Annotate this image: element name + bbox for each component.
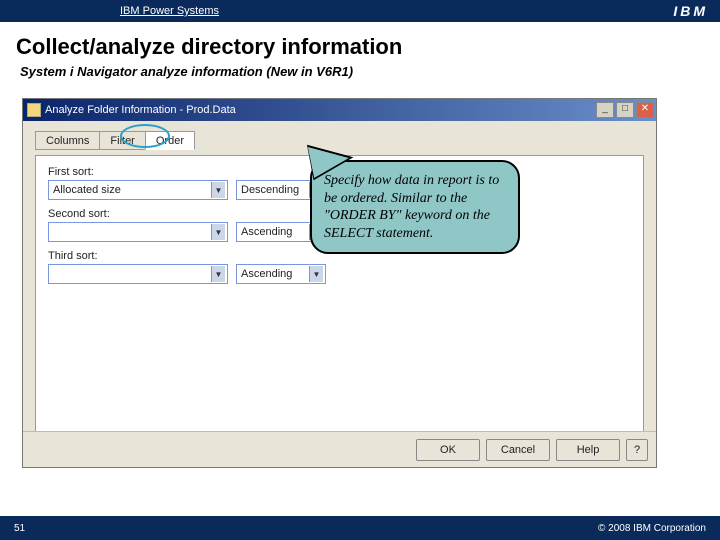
third-sort-row: Third sort: ▼ Ascending ▼ (48, 250, 631, 284)
maximize-button[interactable]: □ (616, 102, 634, 118)
header-title: IBM Power Systems (120, 5, 219, 17)
page-number: 51 (14, 523, 25, 534)
close-button[interactable]: ✕ (636, 102, 654, 118)
third-sort-direction-value: Ascending (241, 268, 292, 280)
tab-columns[interactable]: Columns (35, 131, 100, 150)
ok-button[interactable]: OK (416, 439, 480, 461)
slide-footer: 51 © 2008 IBM Corporation (0, 516, 720, 540)
dialog-title: Analyze Folder Information - Prod.Data (45, 104, 236, 116)
folder-icon (27, 103, 41, 117)
first-sort-column-combo[interactable]: Allocated size ▼ (48, 180, 228, 200)
help-button[interactable]: Help (556, 439, 620, 461)
slide-title: Collect/analyze directory information (16, 34, 720, 60)
chevron-down-icon: ▼ (211, 224, 225, 240)
copyright: © 2008 IBM Corporation (598, 523, 706, 534)
cancel-button[interactable]: Cancel (486, 439, 550, 461)
minimize-button[interactable]: _ (596, 102, 614, 118)
second-sort-direction-value: Ascending (241, 226, 292, 238)
chevron-down-icon: ▼ (211, 266, 225, 282)
titlebar[interactable]: Analyze Folder Information - Prod.Data _… (23, 99, 656, 121)
dialog-footer: OK Cancel Help ? (23, 431, 656, 467)
slide-subtitle: System i Navigator analyze information (… (20, 64, 720, 79)
second-sort-column-combo[interactable]: ▼ (48, 222, 228, 242)
tab-order[interactable]: Order (145, 131, 195, 150)
chevron-down-icon: ▼ (309, 266, 323, 282)
slide-header: IBM Power Systems IBM (0, 0, 720, 22)
tab-filter[interactable]: Filter (99, 131, 145, 150)
context-help-button[interactable]: ? (626, 439, 648, 461)
ibm-logo: IBM (673, 3, 708, 19)
callout-text: Specify how data in report is to be orde… (324, 173, 499, 241)
chevron-down-icon: ▼ (211, 182, 225, 198)
first-sort-column-value: Allocated size (53, 184, 121, 196)
third-sort-direction-combo[interactable]: Ascending ▼ (236, 264, 326, 284)
callout-bubble: Specify how data in report is to be orde… (310, 160, 520, 254)
first-sort-direction-value: Descending (241, 184, 299, 196)
third-sort-column-combo[interactable]: ▼ (48, 264, 228, 284)
